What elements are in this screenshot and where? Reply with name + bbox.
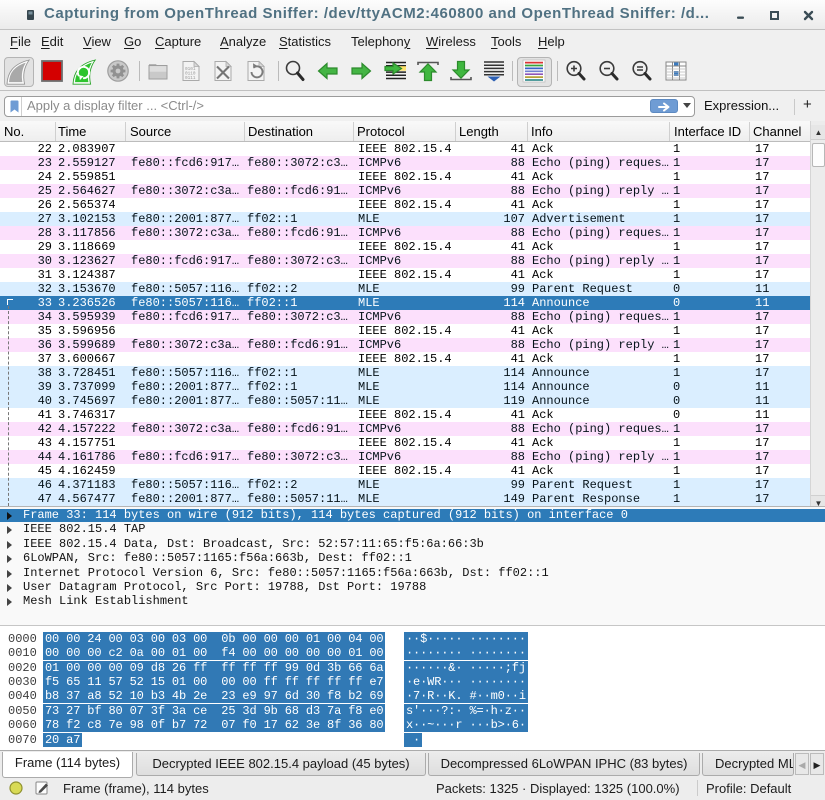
svg-text:0111: 0111 [185, 76, 196, 81]
